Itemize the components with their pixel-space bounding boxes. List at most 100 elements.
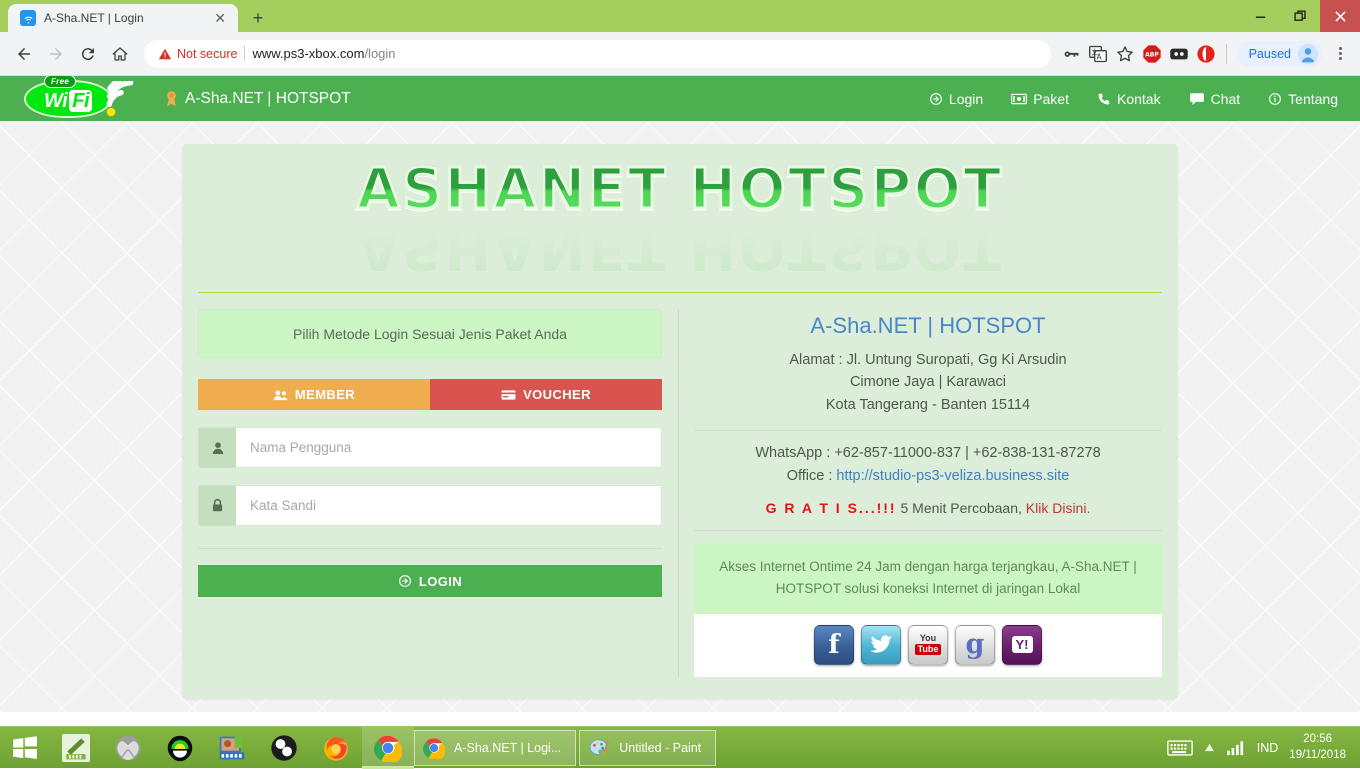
url-path: /login bbox=[364, 46, 396, 61]
user-icon bbox=[198, 427, 236, 468]
promo-text: Akses Internet Ontime 24 Jam dengan harg… bbox=[694, 542, 1162, 614]
new-tab-button[interactable]: + bbox=[244, 4, 272, 32]
taskbar-window-title: Untitled - Paint bbox=[619, 740, 702, 755]
hero-title-reflection: ASHANET HOTSPOT bbox=[356, 216, 1004, 281]
taskbar-window-paint[interactable]: Untitled - Paint bbox=[579, 729, 717, 766]
social-links: f You Tube g Y! bbox=[694, 613, 1162, 677]
browser-tab[interactable]: A-Sha.NET | Login ✕ bbox=[8, 4, 238, 32]
minimize-button[interactable] bbox=[1240, 0, 1280, 32]
xbox-icon[interactable] bbox=[102, 727, 154, 769]
office-link[interactable]: http://studio-ps3-veliza.business.site bbox=[836, 468, 1069, 484]
nav-label: Login bbox=[948, 90, 984, 107]
award-ribbon-icon bbox=[167, 91, 176, 107]
nav-item-chat[interactable]: Chat bbox=[1189, 90, 1241, 107]
youtube-tube-text: Tube bbox=[914, 643, 942, 656]
gratis-link[interactable]: Klik Disini. bbox=[1026, 500, 1091, 516]
nav-item-paket[interactable]: Paket bbox=[1011, 91, 1069, 107]
free-wifi-logo-icon: Wi Fi Free bbox=[22, 76, 152, 122]
chrome-icon bbox=[423, 737, 445, 759]
password-field bbox=[198, 485, 662, 526]
restore-button[interactable] bbox=[1280, 0, 1320, 32]
svg-text:文: 文 bbox=[1091, 47, 1098, 56]
tab-member[interactable]: MEMBER bbox=[198, 379, 430, 410]
profile-paused-chip[interactable]: Paused bbox=[1236, 40, 1323, 67]
taskbar-window-chrome[interactable]: A-Sha.NET | Logi... bbox=[414, 729, 577, 766]
show-hidden-icons-chevron[interactable] bbox=[1204, 743, 1215, 752]
credit-card-icon bbox=[501, 389, 516, 400]
site-navbar: Wi Fi Free A-Sha.NET | HOTSPOT Login Pak… bbox=[0, 76, 1360, 121]
url-host: www.ps3-xbox.com bbox=[252, 46, 365, 61]
money-bill-icon bbox=[1011, 93, 1028, 104]
dome-app-icon[interactable] bbox=[154, 727, 206, 769]
taskbar-window-title: A-Sha.NET | Logi... bbox=[454, 740, 562, 755]
info-divider-2 bbox=[694, 530, 1162, 532]
gratis-text: 5 Menit Percobaan, bbox=[896, 500, 1026, 517]
sign-in-icon bbox=[930, 92, 942, 105]
facebook-icon[interactable]: f bbox=[814, 624, 854, 665]
media-app-icon[interactable] bbox=[206, 727, 258, 769]
translate-icon[interactable]: A文 bbox=[1088, 44, 1108, 64]
opera-vpn-icon[interactable] bbox=[1196, 44, 1216, 64]
youtube-icon[interactable]: You Tube bbox=[908, 624, 948, 665]
forward-icon[interactable] bbox=[42, 40, 70, 68]
taskbar-clock[interactable]: 20:56 19/11/2018 bbox=[1289, 732, 1346, 763]
obs-icon[interactable] bbox=[258, 727, 310, 769]
twitter-icon[interactable] bbox=[861, 624, 901, 665]
nav-item-kontak[interactable]: Kontak bbox=[1097, 91, 1161, 107]
not-secure-indicator[interactable]: Not secure bbox=[158, 47, 237, 61]
close-window-button[interactable] bbox=[1320, 0, 1360, 32]
tab-strip: A-Sha.NET | Login ✕ + bbox=[0, 0, 1360, 32]
password-input[interactable] bbox=[236, 485, 662, 526]
windows-start-icon[interactable] bbox=[0, 727, 50, 769]
bookmark-star-icon[interactable] bbox=[1115, 44, 1135, 64]
wifi-logo-text: Wi Fi bbox=[44, 89, 93, 113]
lastpass-icon[interactable] bbox=[1169, 44, 1189, 64]
address-bar[interactable]: Not secure www.ps3-xbox.com/login bbox=[144, 39, 1051, 68]
free-badge: Free bbox=[44, 76, 77, 88]
tab-voucher[interactable]: VOUCHER bbox=[430, 379, 662, 410]
nav-item-login[interactable]: Login bbox=[929, 91, 983, 107]
app-green-icon[interactable] bbox=[50, 727, 102, 769]
info-divider-1 bbox=[694, 430, 1162, 432]
browser-toolbar: Not secure www.ps3-xbox.com/login A文 ABP bbox=[0, 32, 1360, 76]
nav-label: Chat bbox=[1210, 90, 1241, 107]
nav-item-tentang[interactable]: Tentang bbox=[1268, 91, 1338, 107]
reload-icon[interactable] bbox=[74, 40, 102, 68]
chrome-browser-window: A-Sha.NET | Login ✕ + Not secure www.ps3… bbox=[0, 0, 1360, 769]
login-button[interactable]: LOGIN bbox=[198, 565, 662, 597]
yahoo-icon[interactable]: Y! bbox=[1002, 624, 1042, 665]
avatar-icon bbox=[1297, 43, 1319, 64]
kebab-menu-icon[interactable] bbox=[1330, 44, 1350, 64]
google-icon[interactable]: g bbox=[955, 624, 995, 665]
gratis-row: G R A T I S...!!! 5 Menit Percobaan, Kli… bbox=[694, 500, 1162, 516]
gratis-word: G R A T I S...!!! bbox=[765, 500, 897, 517]
language-indicator[interactable]: IND bbox=[1257, 741, 1279, 755]
wifi-waves-icon bbox=[106, 76, 152, 122]
form-divider bbox=[198, 548, 662, 549]
adblock-plus-icon[interactable]: ABP bbox=[1142, 44, 1162, 64]
svg-text:ABP: ABP bbox=[1145, 51, 1159, 58]
back-icon[interactable] bbox=[10, 40, 38, 68]
toolbar-divider bbox=[1225, 43, 1227, 64]
address-line-2: Cimone Jaya | Karawaci bbox=[849, 374, 1007, 391]
login-button-label: LOGIN bbox=[418, 573, 463, 589]
chrome-icon[interactable] bbox=[362, 726, 414, 769]
login-method-tabs: MEMBER VOUCHER bbox=[198, 379, 662, 410]
signal-icon[interactable] bbox=[1226, 740, 1246, 756]
firefox-icon[interactable] bbox=[310, 727, 362, 769]
url-text: www.ps3-xbox.com/login bbox=[252, 46, 395, 61]
clock-date: 19/11/2018 bbox=[1289, 748, 1346, 761]
tab-close-icon[interactable]: ✕ bbox=[212, 11, 228, 25]
youtube-you-text: You bbox=[919, 632, 937, 643]
address-line-1: Alamat : Jl. Untung Suropati, Gg Ki Arsu… bbox=[789, 352, 1067, 368]
keyboard-icon[interactable] bbox=[1166, 739, 1193, 757]
clock-time: 20:56 bbox=[1303, 732, 1333, 745]
home-icon[interactable] bbox=[106, 40, 134, 68]
username-input[interactable] bbox=[236, 427, 662, 468]
comment-icon bbox=[1189, 92, 1204, 105]
key-icon[interactable] bbox=[1061, 44, 1081, 64]
site-brand: Wi Fi Free A-Sha.NET | HOTSPOT bbox=[22, 76, 351, 122]
brand-title[interactable]: A-Sha.NET | HOTSPOT bbox=[165, 90, 351, 108]
username-field bbox=[198, 427, 662, 468]
hero-banner: ASHANET HOTSPOT ASHANET HOTSPOT bbox=[198, 144, 1162, 292]
